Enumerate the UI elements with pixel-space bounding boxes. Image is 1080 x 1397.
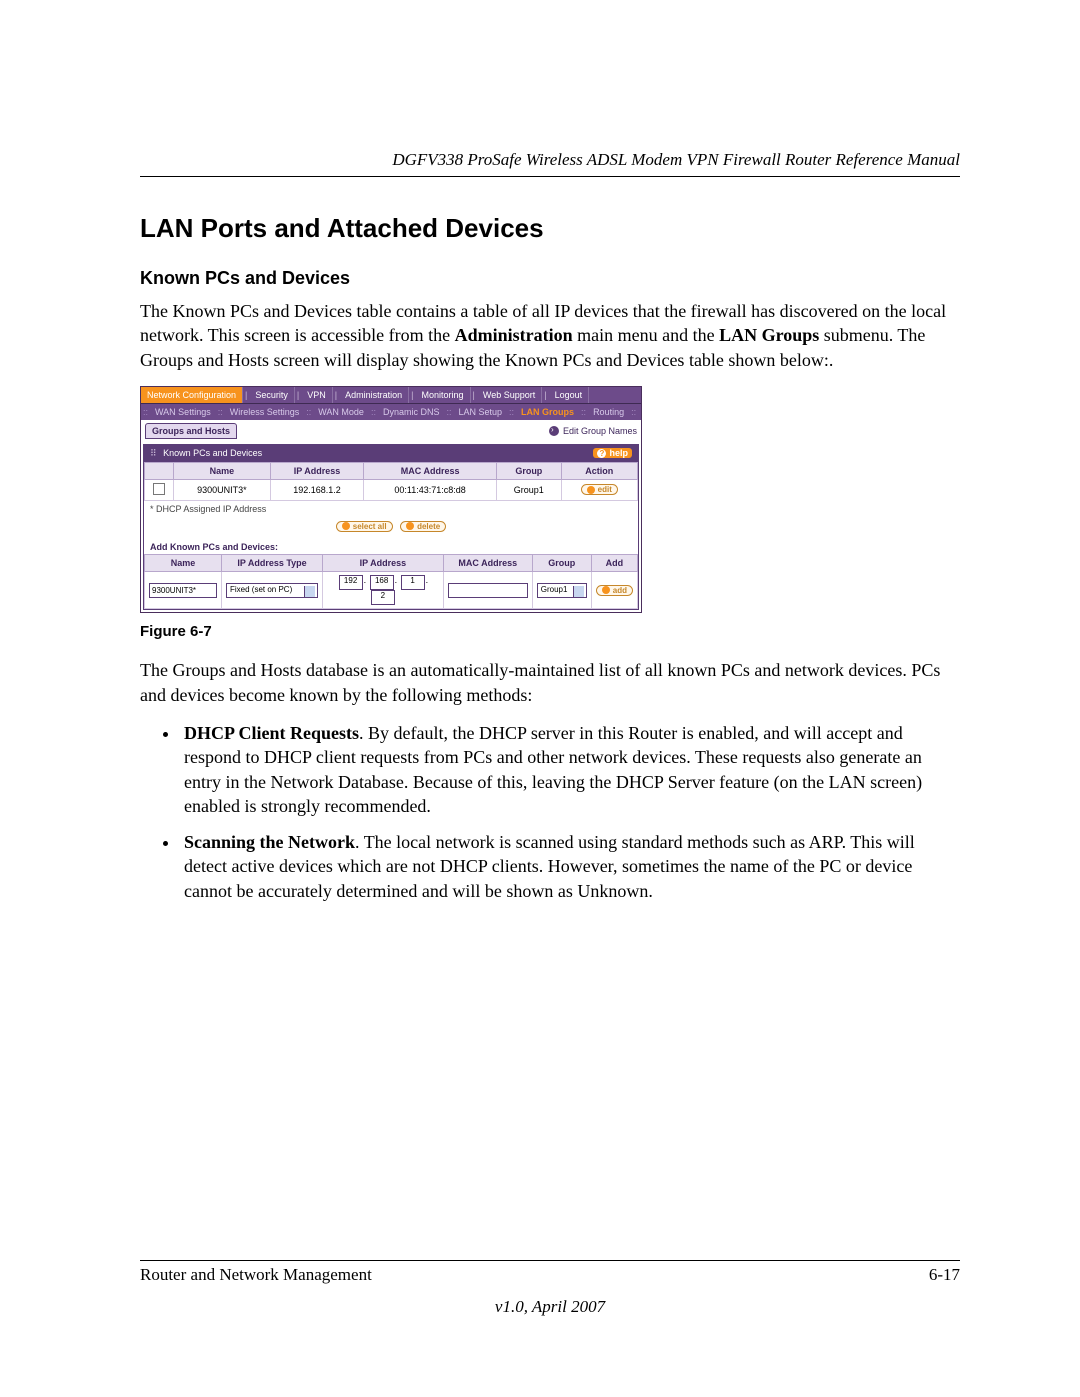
panel-title: Known PCs and Devices [163, 448, 262, 458]
subtab-dynamic-dns[interactable]: Dynamic DNS [378, 404, 445, 420]
primary-tabs: Network Configuration | Security | VPN |… [141, 387, 641, 403]
bullet-lead-dhcp: DHCP Client Requests [184, 723, 359, 743]
row-checkbox[interactable] [153, 483, 165, 495]
footer-rule [140, 1260, 960, 1261]
ip-octet-1[interactable]: 192 [339, 575, 363, 590]
tab-vpn[interactable]: VPN [301, 387, 333, 403]
known-devices-panel: ⠿ Known PCs and Devices help Name IP Add… [143, 444, 639, 611]
ip-octet-3[interactable]: 1 [401, 575, 425, 590]
footer-left: Router and Network Management [140, 1265, 372, 1285]
tab-network-configuration[interactable]: Network Configuration [141, 387, 243, 403]
ip-octet-2[interactable]: 168 [370, 575, 394, 590]
subtab-lan-setup[interactable]: LAN Setup [454, 404, 508, 420]
edit-button[interactable]: edit [581, 484, 618, 495]
sub-tab-dots: :: [141, 404, 150, 420]
add-col-mac: MAC Address [443, 555, 532, 572]
col-ip: IP Address [270, 462, 363, 479]
table-header-row: Name IP Address MAC Address Group Action [145, 462, 638, 479]
add-name-input[interactable] [149, 583, 217, 598]
router-screenshot: Network Configuration | Security | VPN |… [140, 386, 642, 614]
col-action: Action [561, 462, 637, 479]
header-dots-icon: ⠿ [150, 448, 157, 458]
ip-octet-4[interactable]: 2 [371, 590, 395, 605]
subtab-lan-groups[interactable]: LAN Groups [516, 404, 579, 420]
list-item: Scanning the Network. The local network … [180, 830, 960, 903]
subtab-wan-mode[interactable]: WAN Mode [313, 404, 369, 420]
add-header-row: Name IP Address Type IP Address MAC Addr… [145, 555, 638, 572]
edit-group-names-link[interactable]: Edit Group Names [549, 426, 637, 436]
add-col-ip: IP Address [323, 555, 444, 572]
subtab-wireless-settings[interactable]: Wireless Settings [225, 404, 305, 420]
sub-tab-dots: :: [304, 404, 313, 420]
table-row: 9300UNIT3* 192.168.1.2 00:11:43:71:c8:d8… [145, 479, 638, 500]
subsection-title: Known PCs and Devices [140, 268, 960, 289]
intro-text-2: main menu and the [573, 325, 719, 345]
tab-web-support[interactable]: Web Support [477, 387, 542, 403]
sub-tab-dots: :: [369, 404, 378, 420]
groups-and-hosts-tab[interactable]: Groups and Hosts [145, 423, 237, 439]
footer-version: v1.0, April 2007 [140, 1297, 960, 1317]
help-button[interactable]: help [593, 448, 632, 458]
sub-tab-dots: :: [629, 404, 638, 420]
col-group: Group [497, 462, 562, 479]
subtab-routing[interactable]: Routing [588, 404, 629, 420]
post-figure-paragraph: The Groups and Hosts database is an auto… [140, 658, 960, 707]
cell-name: 9300UNIT3* [174, 479, 271, 500]
col-mac: MAC Address [364, 462, 497, 479]
add-mac-input[interactable] [448, 583, 528, 598]
sub-tab-dots: :: [444, 404, 453, 420]
section-title: LAN Ports and Attached Devices [140, 213, 960, 244]
cell-ip: 192.168.1.2 [270, 479, 363, 500]
group-select[interactable]: Group1 [537, 583, 587, 598]
page-footer: Router and Network Management 6-17 v1.0,… [140, 1260, 960, 1317]
document-page: DGFV338 ProSafe Wireless ADSL Modem VPN … [0, 0, 1080, 1397]
add-col-group: Group [532, 555, 591, 572]
list-item: DHCP Client Requests. By default, the DH… [180, 721, 960, 818]
add-button[interactable]: add [596, 585, 633, 596]
intro-paragraph: The Known PCs and Devices table contains… [140, 299, 960, 372]
add-row: Fixed (set on PC) 192. 168. 1. 2 Group1 … [145, 572, 638, 609]
methods-list: DHCP Client Requests. By default, the DH… [140, 721, 960, 903]
tab-administration[interactable]: Administration [339, 387, 409, 403]
figure-caption: Figure 6-7 [140, 623, 960, 640]
add-col-type: IP Address Type [222, 555, 323, 572]
tab-security[interactable]: Security [249, 387, 295, 403]
add-ip-cell: 192. 168. 1. 2 [323, 572, 444, 609]
footer-page-number: 6-17 [929, 1265, 960, 1285]
sub-tab-dots: :: [507, 404, 516, 420]
bullet-lead-scan: Scanning the Network [184, 832, 355, 852]
bold-lan-groups: LAN Groups [719, 325, 819, 345]
arrow-circle-icon [549, 426, 559, 436]
col-name: Name [174, 462, 271, 479]
edit-group-names-label: Edit Group Names [563, 426, 637, 436]
delete-button[interactable]: delete [400, 521, 446, 532]
sub-tab-dots: :: [579, 404, 588, 420]
add-section-title: Add Known PCs and Devices: [144, 540, 638, 554]
cell-mac: 00:11:43:71:c8:d8 [364, 479, 497, 500]
add-col-name: Name [145, 555, 222, 572]
sub-tab-dots: :: [216, 404, 225, 420]
cell-group: Group1 [497, 479, 562, 500]
tab-monitoring[interactable]: Monitoring [415, 387, 470, 403]
ip-type-select[interactable]: Fixed (set on PC) [226, 583, 318, 598]
bold-administration: Administration [455, 325, 573, 345]
subtab-wan-settings[interactable]: WAN Settings [150, 404, 216, 420]
dhcp-footnote: * DHCP Assigned IP Address [144, 501, 638, 517]
secondary-tabs: :: WAN Settings :: Wireless Settings :: … [141, 403, 641, 420]
col-checkbox [145, 462, 174, 479]
add-col-add: Add [591, 555, 637, 572]
bulk-action-row: select all delete [144, 517, 638, 541]
tab-logout[interactable]: Logout [549, 387, 590, 403]
running-header: DGFV338 ProSafe Wireless ADSL Modem VPN … [140, 150, 960, 177]
add-device-table: Name IP Address Type IP Address MAC Addr… [144, 554, 638, 609]
known-devices-table: Name IP Address MAC Address Group Action… [144, 462, 638, 501]
select-all-button[interactable]: select all [336, 521, 393, 532]
panel-header: ⠿ Known PCs and Devices help [144, 445, 638, 462]
groups-bar: Groups and Hosts Edit Group Names [141, 420, 641, 442]
